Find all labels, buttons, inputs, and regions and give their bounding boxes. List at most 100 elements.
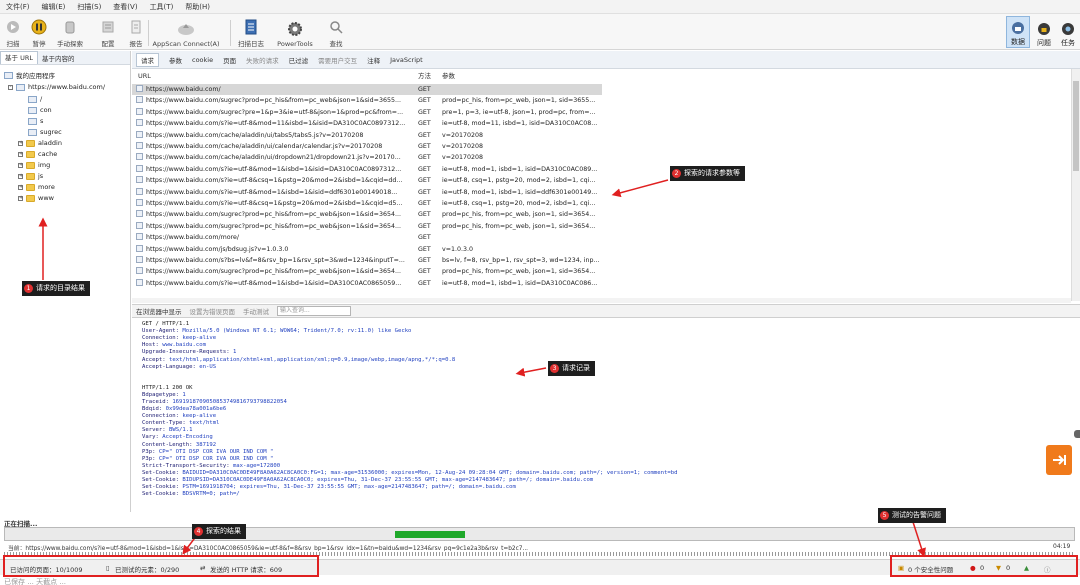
raw-request-view[interactable]: GET / HTTP/1.1 User-Agent: Mozilla/5.0 (W… (132, 319, 1071, 512)
table-row[interactable]: https://www.baidu.com/s?ie=utf-8&mod=1&i… (132, 164, 602, 175)
pause-button[interactable]: 暂停 (28, 16, 50, 48)
side-exit-button[interactable] (1046, 445, 1072, 475)
header-value: Mozilla/5.0 (Windows NT 6.1; WOW64; Trid… (182, 328, 412, 335)
show-in-browser-button[interactable]: 在浏览器中显示 (136, 306, 182, 316)
table-row[interactable]: https://www.baidu.com/sugrec?prod=pc_his… (132, 209, 602, 220)
tab-content-based[interactable]: 基于内容的 (38, 53, 79, 63)
header-value: 1691918709050853749816793798822054 (172, 398, 287, 405)
menu-tools[interactable]: 工具(T) (150, 2, 174, 12)
menu-scan[interactable]: 扫描(S) (77, 2, 101, 12)
tab-params[interactable]: 参数 (169, 55, 182, 65)
tree-node[interactable]: / (28, 94, 42, 104)
page-icon (136, 278, 143, 286)
header-name: Set-Cookie: (142, 484, 183, 491)
expand-icon[interactable]: + (18, 162, 23, 168)
tree-node[interactable]: + www (18, 193, 54, 203)
request-table-scrollbar[interactable] (1071, 69, 1080, 301)
tab-url-based[interactable]: 基于 URL (0, 51, 38, 64)
header-value: PSTM=1691918704; expires=Thu, 31-Dec-37 … (182, 484, 516, 491)
site-icon (16, 83, 25, 91)
powertools-button[interactable]: PowerTools (274, 16, 316, 48)
header-name: User-Agent: (142, 328, 183, 335)
menu-help[interactable]: 帮助(H) (185, 2, 210, 12)
cell-method: GET (418, 143, 431, 150)
tab-javascript[interactable]: JavaScript (390, 56, 423, 64)
appscan-connect-button[interactable]: AppScan Connect(A) (152, 16, 220, 48)
tree-node[interactable]: + js (18, 171, 43, 181)
header-name: Set-Cookie: (142, 477, 183, 483)
tree-site[interactable]: - https://www.baidu.com/ (8, 82, 105, 92)
table-row[interactable]: https://www.baidu.com/s?ie=utf-8&csq=1&p… (132, 198, 602, 209)
collapse-icon[interactable]: - (8, 84, 13, 90)
header-name: Accept: (142, 356, 169, 363)
tree-node[interactable]: + aladdin (18, 138, 62, 148)
table-row[interactable]: https://www.baidu.com/sugrec?pre=1&p=3&i… (132, 107, 602, 118)
cell-params: ie=utf-8, mod=1, isbd=1, isid=DA310C0AC0… (442, 165, 598, 173)
table-row[interactable]: https://www.baidu.com/s?ie=utf-8&csq=1&p… (132, 175, 602, 186)
expand-icon[interactable]: + (18, 184, 23, 190)
tree-node[interactable]: + more (18, 182, 55, 192)
raw-line: Upgrade-Insecure-Requests: 1 (142, 349, 236, 356)
col-header-method[interactable]: 方法 (418, 69, 431, 84)
set-error-page-button[interactable]: 设置为错误页面 (190, 306, 236, 316)
tree-node[interactable]: con (28, 105, 52, 115)
inspect-search-input[interactable]: 输入查询... (277, 306, 351, 316)
tree-node[interactable]: + img (18, 160, 50, 170)
config-button[interactable]: 配置 (98, 16, 118, 48)
menu-file[interactable]: 文件(F) (6, 2, 30, 12)
toolbar-divider (230, 20, 231, 46)
table-row[interactable]: https://www.baidu.com/sugrec?prod=pc_his… (132, 221, 602, 232)
table-row[interactable]: https://www.baidu.com/cache/aladdin/ui/c… (132, 141, 602, 152)
tree-node[interactable]: + cache (18, 149, 57, 159)
table-row[interactable]: https://www.baidu.com/GET (132, 84, 602, 96)
table-row[interactable]: https://www.baidu.com/cache/aladdin/ui/d… (132, 152, 602, 163)
raw-line: Accept-Language: en-US (142, 364, 216, 371)
expand-icon[interactable]: + (18, 173, 23, 179)
tree-node[interactable]: s (28, 116, 43, 126)
table-row[interactable]: https://www.baidu.com/more/GET (132, 232, 602, 243)
tab-comments[interactable]: 注释 (367, 55, 380, 65)
tab-cookie[interactable]: cookie (192, 56, 213, 64)
data-view-button[interactable]: 数据 (1006, 16, 1030, 48)
table-row[interactable]: https://www.baidu.com/s?ie=utf-8&mod=11&… (132, 118, 602, 129)
cell-method: GET (418, 257, 431, 264)
tree-root[interactable]: 我的应用程序 (4, 70, 55, 80)
manual-explore-button[interactable]: 手动探索 (54, 16, 86, 48)
tab-user-interaction[interactable]: 需要用户交互 (318, 55, 357, 65)
issues-view-button[interactable]: 问题 (1033, 16, 1055, 48)
menu-edit[interactable]: 编辑(E) (42, 2, 66, 12)
header-name: Accept-Language: (142, 363, 200, 370)
tree-node[interactable]: sugrec (28, 127, 62, 137)
request-table-hscrollbar[interactable] (132, 298, 1071, 303)
hand-icon (61, 18, 79, 36)
table-row[interactable]: https://www.baidu.com/s?ie=utf-8&mod=1&i… (132, 187, 602, 198)
table-row[interactable]: https://www.baidu.com/sugrec?prod=pc_his… (132, 266, 602, 277)
expand-icon[interactable]: + (18, 151, 23, 157)
table-row[interactable]: https://www.baidu.com/s?bs=lv&f=8&rsv_bp… (132, 255, 602, 266)
cell-params: prod=pc_his, from=pc_web, json=1, sid=36… (442, 268, 596, 276)
table-row[interactable]: https://www.baidu.com/s?ie=utf-8&mod=1&i… (132, 278, 602, 289)
expand-icon[interactable]: + (18, 140, 23, 146)
tab-filtered[interactable]: 已过滤 (289, 55, 309, 65)
table-row[interactable]: https://www.baidu.com/sugrec?prod=pc_his… (132, 95, 602, 106)
table-row[interactable]: https://www.baidu.com/cache/aladdin/ui/t… (132, 130, 602, 141)
manual-test-button[interactable]: 手动测试 (243, 306, 269, 316)
tab-pages[interactable]: 页面 (223, 55, 236, 65)
expand-icon[interactable]: + (18, 195, 23, 201)
scrollbar-thumb[interactable] (1073, 81, 1079, 171)
tasks-view-button[interactable]: 任务 (1057, 16, 1079, 48)
tab-failed-requests[interactable]: 失败的请求 (246, 55, 279, 65)
find-button[interactable]: 查找 (326, 16, 346, 48)
table-row[interactable]: https://www.baidu.com/js/bdsug.js?v=1.0.… (132, 244, 602, 255)
report-button[interactable]: 报告 (126, 16, 146, 48)
raw-line: P3p: CP=" OTI DSP COR IVA OUR IND COM " (142, 449, 273, 456)
scan-button[interactable]: 扫描 (2, 16, 24, 48)
cell-params: prod=pc_his, from=pc_web, json=1, sid=36… (442, 222, 596, 230)
menu-view[interactable]: 查看(V) (113, 2, 137, 12)
col-header-url[interactable]: URL (138, 69, 151, 84)
scan-log-button[interactable]: 扫描日志 (236, 16, 266, 48)
col-header-params[interactable]: 参数 (442, 69, 455, 84)
side-handle[interactable] (1074, 430, 1080, 438)
tab-requests[interactable]: 请求 (136, 52, 159, 67)
issues-icon (1037, 22, 1051, 38)
